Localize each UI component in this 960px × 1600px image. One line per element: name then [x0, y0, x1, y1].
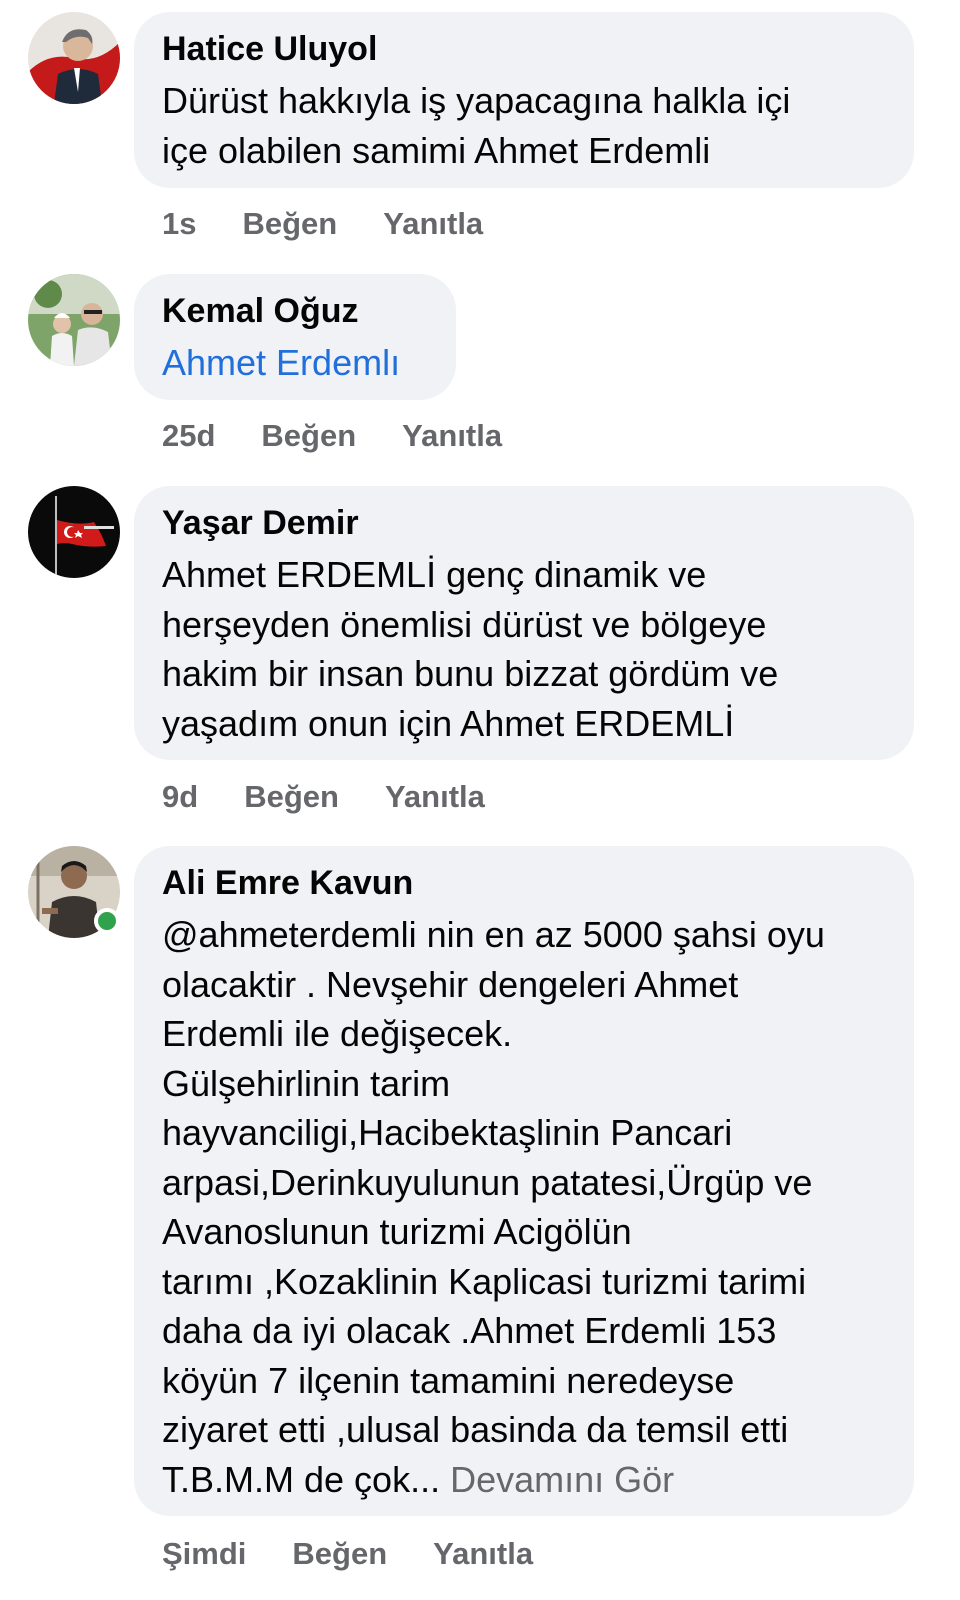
comment-actions: 1s Beğen Yanıtla [162, 204, 529, 244]
avatar[interactable] [28, 274, 120, 366]
comment-time[interactable]: 1s [162, 204, 196, 244]
avatar[interactable] [28, 486, 120, 578]
comment-time[interactable]: Şimdi [162, 1534, 246, 1574]
like-button[interactable]: Beğen [261, 416, 356, 456]
comment-text: Dürüst hakkıyla iş yapacagına halkla içi… [162, 80, 791, 171]
comment-bubble: Hatice Uluyol Dürüst hakkıyla iş yapacag… [134, 12, 914, 188]
reply-button[interactable]: Yanıtla [383, 204, 483, 244]
reply-button[interactable]: Yanıtla [402, 416, 502, 456]
online-status-dot [94, 908, 120, 934]
comment-time[interactable]: 25d [162, 416, 215, 456]
comment-actions: 25d Beğen Yanıtla [162, 416, 548, 456]
comment-author[interactable]: Yaşar Demir [162, 502, 886, 544]
see-more-link[interactable]: Devamını Gör [450, 1459, 674, 1500]
comment-text: Ahmet ERDEMLİ genç dinamik ve herşeyden … [162, 554, 779, 744]
comment-bubble: Kemal Oğuz Ahmet Erdemlı [134, 274, 456, 400]
like-button[interactable]: Beğen [292, 1534, 387, 1574]
comment-body: @ahmeterdemli nin en az 5000 şahsi oyu o… [162, 914, 825, 1500]
comment-bubble: Ali Emre Kavun @ahmeterdemli nin en az 5… [134, 846, 914, 1516]
comment-actions: Şimdi Beğen Yanıtla [162, 1534, 579, 1574]
avatar[interactable] [28, 12, 120, 104]
comment-time[interactable]: 9d [162, 777, 198, 817]
comment-author[interactable]: Ali Emre Kavun [162, 862, 886, 904]
comment-author[interactable]: Kemal Oğuz [162, 290, 428, 332]
reply-button[interactable]: Yanıtla [433, 1534, 533, 1574]
comment-text: @ahmeterdemli nin en az 5000 şahsi oyu o… [162, 910, 886, 1504]
comment-bubble: Yaşar Demir Ahmet ERDEMLİ genç dinamik v… [134, 486, 914, 760]
comment-actions: 9d Beğen Yanıtla [162, 777, 531, 817]
like-button[interactable]: Beğen [242, 204, 337, 244]
comment-author[interactable]: Hatice Uluyol [162, 28, 886, 70]
like-button[interactable]: Beğen [244, 777, 339, 817]
mention-link[interactable]: Ahmet Erdemlı [162, 338, 428, 388]
reply-button[interactable]: Yanıtla [385, 777, 485, 817]
